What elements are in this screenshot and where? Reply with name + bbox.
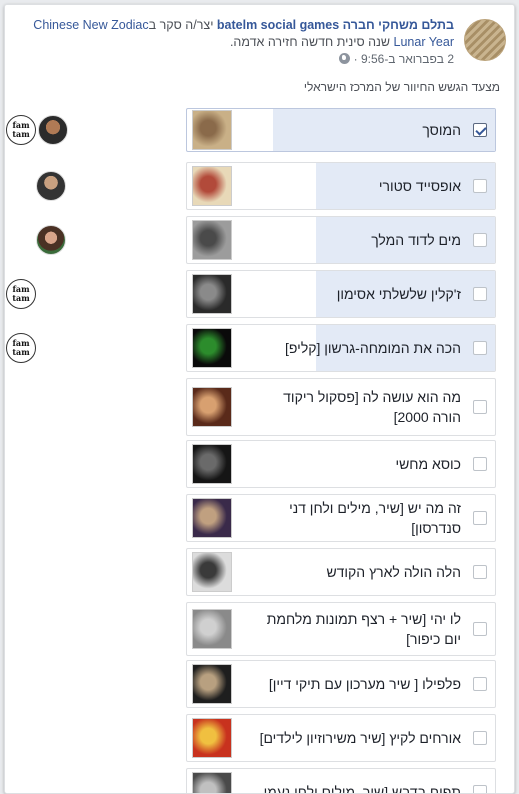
poll-option-row: הלה הולה לארץ הקודש (6, 548, 496, 596)
option-voters (6, 714, 176, 762)
option-voters (6, 548, 176, 596)
option-thumbnail (192, 718, 232, 758)
option-checkbox[interactable] (473, 123, 487, 137)
option-thumbnail (192, 609, 232, 649)
poll-option-row: כוסא מחשי (6, 440, 496, 488)
famtam-avatar[interactable]: fam tam (6, 115, 36, 145)
option-label: הלה הולה לארץ הקודש (326, 564, 461, 580)
option-label: ז'קלין שלשלתי אסימון (336, 286, 461, 302)
option-label: הכה את המומחה-גרשון [קליפ] (285, 340, 461, 356)
poll-option-row: מים לדוד המלך (6, 216, 496, 264)
separator-dot: · (350, 52, 361, 66)
option-thumbnail (192, 552, 232, 592)
globe-icon (339, 53, 351, 64)
option-checkbox[interactable] (473, 287, 487, 301)
option-voters (6, 440, 176, 488)
poll-option-row: זה מה יש [שיר, מילים ולחן דני סנדרסון] (6, 494, 496, 542)
poll-option-row: המוסך fam tam (6, 108, 496, 152)
poll-option[interactable]: פלפילו [ שיר מערכון עם תיקי דיין] (186, 660, 496, 708)
poll-question: מצעד הגשש החיוור של המרכז הישראלי (303, 80, 500, 94)
poll-option-row: אופסייד סטורי (6, 162, 496, 210)
option-voters: fam tam (6, 324, 176, 372)
option-thumbnail (192, 220, 232, 260)
poll-option[interactable]: לו יהי [שיר + רצף תמונות מלחמת יום כיפור… (186, 602, 496, 656)
option-thumbnail (192, 772, 232, 793)
poll-option[interactable]: ז'קלין שלשלתי אסימון (186, 270, 496, 318)
poll-option-row: אורחים לקיץ [שיר משירוזיון לילדים] (6, 714, 496, 762)
poll-option[interactable]: מים לדוד המלך (186, 216, 496, 264)
post-header-text: בתלם משחקי חברה batelm social games יצר/… (13, 17, 454, 68)
option-checkbox[interactable] (473, 457, 487, 471)
option-thumbnail (192, 110, 232, 150)
famtam-avatar[interactable]: fam tam (6, 333, 36, 363)
poll-option[interactable]: מה הוא עושה לה [פסקול ריקוד הורה 2000] (186, 378, 496, 436)
option-label: זה מה יש [שיר, מילים ולחן דני סנדרסון] (289, 500, 461, 536)
option-checkbox[interactable] (473, 341, 487, 355)
poll-post-card: בתלם משחקי חברה batelm social games יצר/… (4, 4, 515, 794)
option-checkbox[interactable] (473, 233, 487, 247)
group-link[interactable]: Chinese New Zodiac (33, 18, 148, 32)
option-label: מה הוא עושה לה [פסקול ריקוד הורה 2000] (283, 389, 461, 425)
option-checkbox[interactable] (473, 511, 487, 525)
post-timestamp[interactable]: 2 בפברואר ב-9:56 (361, 52, 454, 66)
option-label: כוסא מחשי (395, 456, 461, 472)
option-thumbnail (192, 664, 232, 704)
option-thumbnail (192, 387, 232, 427)
option-label: פלפילו [ שיר מערכון עם תיקי דיין] (268, 676, 461, 692)
option-label: אופסייד סטורי (378, 178, 461, 194)
option-voters (6, 378, 176, 436)
option-checkbox[interactable] (473, 677, 487, 691)
option-checkbox[interactable] (473, 622, 487, 636)
poll-option[interactable]: המוסך (186, 108, 496, 152)
famtam-avatar[interactable]: fam tam (6, 279, 36, 309)
option-thumbnail (192, 328, 232, 368)
poll-option-row: לו יהי [שיר + רצף תמונות מלחמת יום כיפור… (6, 602, 496, 656)
option-label: אורחים לקיץ [שיר משירוזיון לילדים] (259, 730, 461, 746)
option-checkbox[interactable] (473, 785, 487, 793)
option-checkbox[interactable] (473, 731, 487, 745)
poll-option[interactable]: אופסייד סטורי (186, 162, 496, 210)
option-thumbnail (192, 498, 232, 538)
option-voters: fam tam (6, 108, 176, 152)
poll-option[interactable]: זה מה יש [שיר, מילים ולחן דני סנדרסון] (186, 494, 496, 542)
option-voters (6, 768, 176, 793)
option-voters (6, 216, 176, 264)
option-label: המוסך (422, 122, 461, 138)
post-header: בתלם משחקי חברה batelm social games יצר/… (13, 13, 506, 73)
option-thumbnail (192, 274, 232, 314)
option-voters (6, 162, 176, 210)
option-voters (6, 602, 176, 656)
poll-option[interactable]: כוסא מחשי (186, 440, 496, 488)
option-label: לו יהי [שיר + רצף תמונות מלחמת יום כיפור… (266, 611, 461, 647)
poll-option-row: ז'קלין שלשלתי אסימון fam tam (6, 270, 496, 318)
option-thumbnail (192, 166, 232, 206)
option-label: מים לדוד המלך (371, 232, 461, 248)
option-label: תפוח בדבש [שיר, מילים ולחן נעמי (263, 784, 461, 794)
option-checkbox[interactable] (473, 179, 487, 193)
man-avatar[interactable] (38, 115, 68, 145)
lunar-year-link[interactable]: Lunar Year (394, 35, 454, 49)
action-text: יצר/ה סקר ב (148, 18, 217, 32)
poll-option-row: תפוח בדבש [שיר, מילים ולחן נעמי (6, 768, 496, 794)
post-description: שנה סינית חדשה חזירה אדמה. (229, 35, 394, 49)
page-name-link[interactable]: בתלם משחקי חברה batelm social games (217, 18, 454, 32)
poll-option-row: מה הוא עושה לה [פסקול ריקוד הורה 2000] (6, 378, 496, 436)
option-thumbnail (192, 444, 232, 484)
poll-option[interactable]: הלה הולה לארץ הקודש (186, 548, 496, 596)
option-voters: fam tam (6, 270, 176, 318)
poll-option-row: הכה את המומחה-גרשון [קליפ] fam tam (6, 324, 496, 372)
page-avatar[interactable] (464, 19, 506, 61)
option-voters (6, 660, 176, 708)
option-checkbox[interactable] (473, 400, 487, 414)
poll-option[interactable]: אורחים לקיץ [שיר משירוזיון לילדים] (186, 714, 496, 762)
option-voters (6, 494, 176, 542)
poll-option[interactable]: תפוח בדבש [שיר, מילים ולחן נעמי (186, 768, 496, 794)
man-avatar[interactable] (36, 171, 66, 201)
poll-option[interactable]: הכה את המומחה-גרשון [קליפ] (186, 324, 496, 372)
woman-avatar[interactable] (36, 225, 66, 255)
option-checkbox[interactable] (473, 565, 487, 579)
poll-option-row: פלפילו [ שיר מערכון עם תיקי דיין] (6, 660, 496, 708)
